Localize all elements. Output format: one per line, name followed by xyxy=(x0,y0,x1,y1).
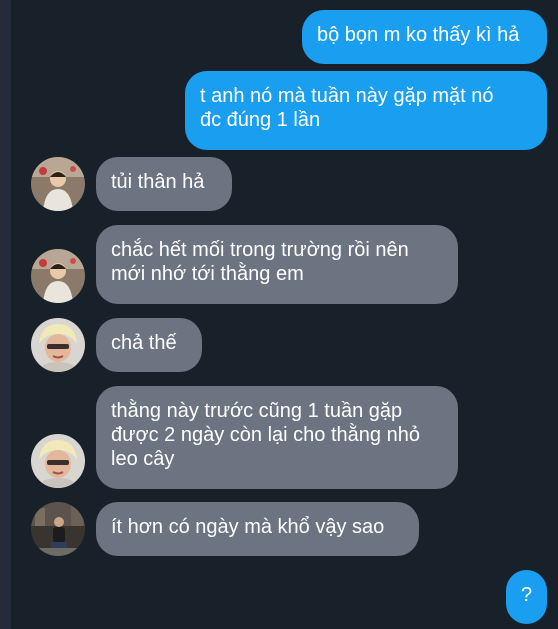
message-bubble-incoming[interactable]: chả thế xyxy=(96,318,202,372)
blonde-avatar[interactable] xyxy=(31,434,85,488)
left-edge-strip xyxy=(0,0,11,629)
boy-avatar[interactable] xyxy=(31,249,85,303)
message-bubble-incoming[interactable]: chắc hết mối trong trường rồi nên mới nh… xyxy=(96,225,458,304)
message-bubble-incoming[interactable]: ít hơn có ngày mà khổ vậy sao xyxy=(96,502,419,556)
message-bubble-outgoing[interactable]: bộ bọn m ko thấy kì hả xyxy=(302,10,547,64)
blonde-avatar[interactable] xyxy=(31,318,85,372)
message-bubble-incoming[interactable]: tủi thân hả xyxy=(96,157,232,211)
message-bubble-outgoing[interactable]: t anh nó mà tuần này gặp mặt nó đc đúng … xyxy=(185,71,547,150)
message-bubble-incoming[interactable]: thằng này trước cũng 1 tuần gặp được 2 n… xyxy=(96,386,458,489)
street-avatar[interactable] xyxy=(31,502,85,556)
message-bubble-outgoing[interactable]: ? xyxy=(506,570,547,624)
boy-avatar[interactable] xyxy=(31,157,85,211)
